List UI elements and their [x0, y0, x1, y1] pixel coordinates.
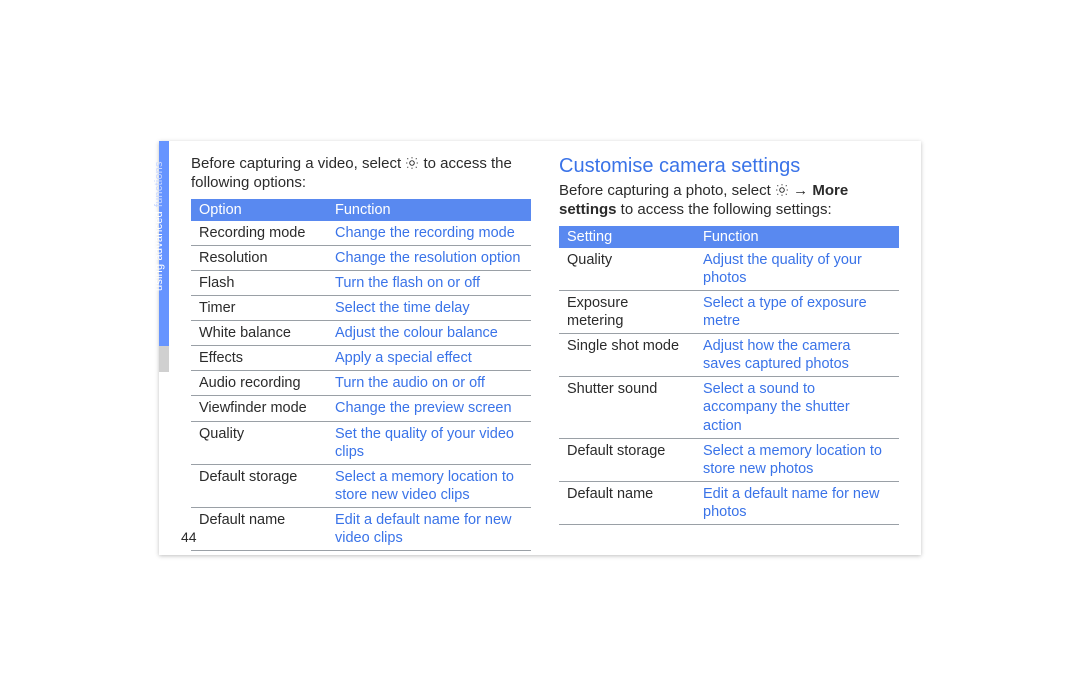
video-options-table: Option Function Recording modeChange the…: [191, 199, 531, 552]
right-intro: Before capturing a photo, select → More …: [559, 182, 899, 220]
table-row: Shutter soundSelect a sound to accompany…: [559, 377, 899, 438]
cell-option: White balance: [191, 321, 327, 346]
table-row: Default nameEdit a default name for new …: [191, 508, 531, 551]
cell-option: Exposure metering: [559, 290, 695, 333]
page-number: 44: [181, 529, 197, 545]
cell-function: Set the quality of your video clips: [327, 421, 531, 464]
table-row: FlashTurn the flash on or off: [191, 270, 531, 295]
cell-function: Edit a default name for new video clips: [327, 508, 531, 551]
table-row: Default storageSelect a memory location …: [559, 438, 899, 481]
table-row: QualityAdjust the quality of your photos: [559, 248, 899, 291]
th-function: Function: [695, 226, 899, 248]
section-heading: Customise camera settings: [559, 155, 899, 178]
photo-settings-table: Setting Function QualityAdjust the quali…: [559, 226, 899, 526]
table-row: QualitySet the quality of your video cli…: [191, 421, 531, 464]
table-row: Recording modeChange the recording mode: [191, 221, 531, 246]
cell-option: Default name: [191, 508, 327, 551]
cell-option: Quality: [559, 248, 695, 291]
cell-option: Flash: [191, 270, 327, 295]
cell-function: Change the preview screen: [327, 396, 531, 421]
cell-option: Resolution: [191, 245, 327, 270]
cell-option: Audio recording: [191, 371, 327, 396]
th-setting: Setting: [559, 226, 695, 248]
cell-option: Shutter sound: [559, 377, 695, 438]
cell-option: Quality: [191, 421, 327, 464]
cell-function: Turn the audio on or off: [327, 371, 531, 396]
cell-function: Adjust the colour balance: [327, 321, 531, 346]
cell-option: Default storage: [191, 464, 327, 507]
th-option: Option: [191, 199, 327, 221]
cell-option: Recording mode: [191, 221, 327, 246]
cell-function: Select a type of exposure metre: [695, 290, 899, 333]
cell-function: Change the recording mode: [327, 221, 531, 246]
cell-function: Apply a special effect: [327, 346, 531, 371]
page-content: Before capturing a video, select to acce…: [169, 141, 921, 555]
table-row: White balanceAdjust the colour balance: [191, 321, 531, 346]
side-tab-inactive: [159, 346, 169, 372]
cell-function: Change the resolution option: [327, 245, 531, 270]
video-options-body: Recording modeChange the recording modeR…: [191, 221, 531, 551]
cell-function: Select a memory location to store new ph…: [695, 438, 899, 481]
cell-function: Turn the flash on or off: [327, 270, 531, 295]
cell-function: Adjust the quality of your photos: [695, 248, 899, 291]
manual-page: using advanced functions Before capturin…: [159, 141, 921, 555]
cell-function: Select a sound to accompany the shutter …: [695, 377, 899, 438]
left-column: Before capturing a video, select to acce…: [191, 155, 531, 555]
table-row: Default nameEdit a default name for new …: [559, 481, 899, 524]
cell-option: Single shot mode: [559, 334, 695, 377]
table-row: Exposure meteringSelect a type of exposu…: [559, 290, 899, 333]
side-label-dim: functions: [153, 161, 165, 207]
side-label: using advanced functions: [153, 131, 165, 291]
side-tabs: using advanced functions: [159, 141, 169, 555]
table-row: TimerSelect the time delay: [191, 295, 531, 320]
cell-function: Select a memory location to store new vi…: [327, 464, 531, 507]
cell-option: Default storage: [559, 438, 695, 481]
cell-function: Select the time delay: [327, 295, 531, 320]
cell-function: Edit a default name for new photos: [695, 481, 899, 524]
table-row: ResolutionChange the resolution option: [191, 245, 531, 270]
table-row: Audio recordingTurn the audio on or off: [191, 371, 531, 396]
side-label-bright: using advanced: [153, 211, 165, 291]
th-function: Function: [327, 199, 531, 221]
table-row: Single shot modeAdjust how the camera sa…: [559, 334, 899, 377]
cell-option: Default name: [559, 481, 695, 524]
cell-option: Timer: [191, 295, 327, 320]
table-row: EffectsApply a special effect: [191, 346, 531, 371]
cell-function: Adjust how the camera saves captured pho…: [695, 334, 899, 377]
gear-icon: [405, 156, 419, 170]
cell-option: Effects: [191, 346, 327, 371]
side-tab-active: using advanced functions: [159, 141, 169, 346]
table-row: Default storageSelect a memory location …: [191, 464, 531, 507]
photo-settings-body: QualityAdjust the quality of your photos…: [559, 248, 899, 525]
cell-option: Viewfinder mode: [191, 396, 327, 421]
right-column: Customise camera settings Before capturi…: [559, 155, 899, 555]
left-intro: Before capturing a video, select to acce…: [191, 155, 531, 193]
table-row: Viewfinder modeChange the preview screen: [191, 396, 531, 421]
gear-icon: [775, 183, 789, 197]
